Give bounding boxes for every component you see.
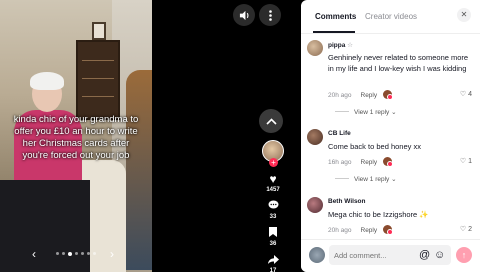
comment-input-box[interactable]: @ ☺ [329, 245, 451, 265]
tab-comments[interactable]: Comments [315, 12, 356, 21]
comment-like-count: 2 [468, 226, 472, 233]
more-vertical-icon[interactable] [259, 4, 281, 26]
send-button[interactable]: ↑ [456, 247, 472, 263]
chevron-left-icon[interactable]: ‹ [32, 247, 36, 261]
bookmark-icon[interactable] [269, 227, 277, 239]
mention-icon[interactable]: @ [419, 248, 430, 262]
comment-meta: 20h ago Reply [328, 225, 394, 235]
active-tab-indicator [313, 31, 355, 33]
chevron-up-icon[interactable] [259, 109, 283, 133]
comment-input[interactable] [334, 248, 418, 262]
comment-username[interactable]: CB Life [328, 130, 351, 137]
video-player[interactable]: kinda chic of your grandma to offer you … [0, 0, 152, 272]
avatar[interactable] [307, 129, 323, 145]
chevron-down-icon: ⌄ [391, 176, 397, 183]
comment-time: 16h ago [328, 159, 352, 166]
comment-like-count: 4 [468, 91, 472, 98]
comment-meta: 16h ago Reply [328, 157, 394, 167]
like-count: 1457 [266, 187, 280, 193]
comment-time: 20h ago [328, 92, 352, 99]
comment-like-count: 1 [468, 158, 472, 165]
video-caption: kinda chic of your grandma to offer you … [13, 114, 139, 161]
avatar [309, 247, 325, 263]
panel-tabs: Comments Creator videos ✕ [301, 0, 480, 34]
video-scene [76, 40, 120, 120]
creator-avatar[interactable]: + [262, 140, 284, 167]
tab-creator-videos[interactable]: Creator videos [365, 12, 417, 21]
comment-meta: 20h ago Reply [328, 90, 394, 100]
emoji-icon[interactable]: ☺ [434, 248, 445, 262]
video-scene [92, 22, 106, 40]
view-replies-button[interactable]: View 1 reply ⌄ [335, 108, 397, 116]
user-badge-icon: ☆ [347, 42, 353, 49]
carousel-dots [56, 251, 96, 256]
follow-plus-icon[interactable]: + [269, 158, 278, 167]
share-count: 17 [269, 268, 277, 272]
creator-liked-icon [383, 90, 394, 100]
comment-like[interactable]: ♡ 2 [460, 225, 472, 233]
video-scene [30, 72, 64, 90]
save-count: 36 [269, 241, 277, 247]
comment-count: 33 [269, 214, 277, 220]
chevron-down-icon: ⌄ [391, 109, 397, 116]
comments-panel: Comments Creator videos ✕ pippa ☆ Genhin… [301, 0, 480, 272]
chevron-right-icon[interactable]: › [110, 247, 114, 261]
comment-text: Genhinely never related to someone more … [328, 53, 469, 73]
comment-like[interactable]: ♡ 4 [460, 90, 472, 98]
comment-composer: @ ☺ ↑ [301, 239, 480, 272]
comment-username[interactable]: pippa ☆ [328, 41, 353, 49]
heart-icon[interactable]: ♥ [269, 173, 276, 185]
creator-liked-icon [383, 225, 394, 235]
action-stack: + ♥ 1457 33 36 17 [260, 140, 286, 272]
app-root: kinda chic of your grandma to offer you … [0, 0, 480, 272]
video-scene [126, 70, 152, 270]
video-scene [0, 180, 90, 272]
action-rail: + ♥ 1457 33 36 17 [152, 0, 300, 272]
comment-time: 20h ago [328, 227, 352, 234]
comment-like[interactable]: ♡ 1 [460, 157, 472, 165]
avatar[interactable] [307, 40, 323, 56]
comment-text: Come back to bed honey xx [328, 142, 421, 151]
share-icon[interactable] [267, 254, 279, 266]
creator-liked-icon [383, 157, 394, 167]
reply-button[interactable]: Reply [361, 227, 378, 234]
view-replies-button[interactable]: View 1 reply ⌄ [335, 175, 397, 183]
close-icon[interactable]: ✕ [457, 8, 471, 22]
comment-text: Mega chic to be Izzigshore ✨ [328, 210, 429, 219]
reply-button[interactable]: Reply [361, 159, 378, 166]
volume-icon[interactable] [233, 4, 255, 26]
reply-button[interactable]: Reply [361, 92, 378, 99]
comment-username[interactable]: Beth Wilson [328, 198, 366, 205]
avatar[interactable] [307, 197, 323, 213]
comment-icon[interactable] [268, 200, 279, 212]
